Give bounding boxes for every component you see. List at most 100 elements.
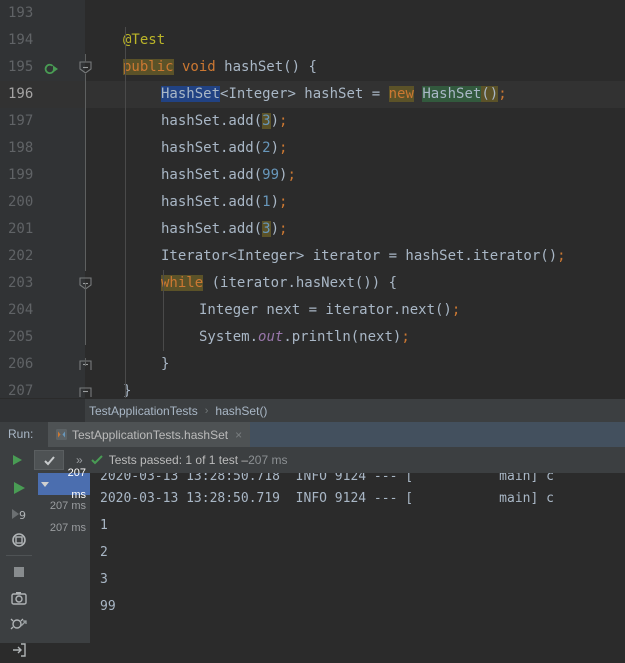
code-token: new bbox=[388, 86, 414, 102]
code-line[interactable]: 197 hashSet.add(3); bbox=[0, 108, 625, 135]
code-token: ; bbox=[279, 221, 288, 237]
line-number: 202 bbox=[8, 248, 34, 264]
code-text: public void hashSet() { bbox=[85, 54, 317, 81]
code-line[interactable]: 193 bbox=[0, 0, 625, 27]
breadcrumb-method[interactable]: hashSet() bbox=[211, 404, 271, 418]
tests-passed-check-icon bbox=[90, 454, 103, 466]
code-token: <Integer> hashSet = bbox=[220, 86, 389, 102]
code-line[interactable]: 205 System.out.println(next); bbox=[0, 324, 625, 351]
toggle-auto-test-icon[interactable] bbox=[10, 531, 28, 549]
test-tree-row[interactable]: 207 ms bbox=[38, 517, 90, 539]
code-token: .println(next) bbox=[283, 329, 402, 345]
close-icon[interactable]: × bbox=[235, 428, 242, 442]
line-number: 206 bbox=[8, 356, 34, 372]
fold-connector-top bbox=[85, 54, 86, 62]
code-line[interactable]: 206} bbox=[0, 351, 625, 378]
run-tab-bar: Run: TestApplicationTests.hashSet × bbox=[0, 422, 625, 447]
code-line[interactable]: 199 hashSet.add(99); bbox=[0, 162, 625, 189]
code-token: 99 bbox=[262, 167, 280, 183]
code-text: System.out.println(next); bbox=[85, 324, 410, 351]
import-test-results-icon[interactable] bbox=[10, 641, 28, 659]
run-tab-label: TestApplicationTests.hashSet bbox=[72, 427, 229, 442]
run-button[interactable] bbox=[10, 453, 24, 467]
code-token: ; bbox=[287, 167, 296, 183]
code-text: hashSet.add(3); bbox=[85, 216, 287, 243]
code-token: 2 bbox=[262, 140, 271, 156]
rerun-tests-icon[interactable] bbox=[10, 479, 28, 497]
console-line: 3 bbox=[100, 572, 108, 587]
breadcrumb[interactable]: TestApplicationTests › hashSet() bbox=[0, 398, 625, 423]
run-tab-testapplicationtests-hashset[interactable]: TestApplicationTests.hashSet × bbox=[48, 422, 251, 447]
fold-connector-bottom bbox=[85, 358, 86, 366]
indent-guide-1 bbox=[125, 27, 126, 398]
code-editor[interactable]: 193 194 @Test 195 public void hashSet() { 196… bbox=[0, 0, 625, 398]
console-line: 2020-03-13 13:28:50.718 INFO 9124 --- [ … bbox=[100, 473, 554, 484]
code-token: 3 bbox=[262, 221, 271, 237]
code-token: HashSet bbox=[422, 86, 482, 102]
line-number: 207 bbox=[8, 383, 34, 398]
code-line[interactable]: 202 Iterator<Integer> iterator = hashSet.… bbox=[0, 243, 625, 270]
line-number: 194 bbox=[8, 32, 34, 48]
toolbar-divider bbox=[6, 555, 32, 556]
export-test-results-icon[interactable] bbox=[10, 589, 28, 607]
test-duration-label: 207 ms bbox=[49, 522, 86, 534]
test-runner-toolbar[interactable]: 9 bbox=[0, 473, 38, 657]
code-token: ) bbox=[270, 194, 280, 210]
debug-icon[interactable] bbox=[10, 615, 28, 633]
code-token: ) bbox=[270, 140, 280, 156]
ide-window: 193 194 @Test 195 public void hashSet() {196… bbox=[0, 0, 625, 657]
stop-icon[interactable] bbox=[10, 563, 28, 581]
code-text: hashSet.add(99); bbox=[85, 162, 296, 189]
svg-text:9: 9 bbox=[19, 509, 26, 522]
run-tool-window: Run: TestApplicationTests.hashSet × » Te… bbox=[0, 422, 625, 657]
line-number: 204 bbox=[8, 302, 34, 318]
code-line[interactable]: 207} bbox=[0, 378, 625, 398]
code-line[interactable]: 200 hashSet.add(1); bbox=[0, 189, 625, 216]
code-lines[interactable]: 193 194 @Test 195 public void hashSet() { 196… bbox=[0, 0, 625, 398]
code-token: hashSet.add( bbox=[161, 221, 263, 237]
code-line[interactable]: 204 Integer next = iterator.next(); bbox=[0, 297, 625, 324]
code-text: Integer next = iterator.next(); bbox=[85, 297, 460, 324]
code-token: ; bbox=[498, 86, 507, 102]
code-line[interactable]: 203 while (iterator.hasNext()) { bbox=[0, 270, 625, 297]
code-line[interactable]: 194 @Test bbox=[0, 27, 625, 54]
code-token: public bbox=[123, 59, 174, 75]
test-status-bar: » Tests passed: 1 of 1 test – 207 ms bbox=[0, 447, 625, 473]
breadcrumb-class[interactable]: TestApplicationTests bbox=[85, 404, 202, 418]
code-token: 3 bbox=[262, 113, 271, 129]
test-tree-row[interactable]: 207 ms bbox=[38, 467, 90, 501]
code-line[interactable]: 201 hashSet.add(3); bbox=[0, 216, 625, 243]
code-line[interactable]: 198 hashSet.add(2); bbox=[0, 135, 625, 162]
rerun-failed-tests-icon[interactable]: 9 bbox=[10, 505, 28, 523]
test-results-tree[interactable]: 207 ms 207 ms 207 ms bbox=[38, 467, 90, 643]
code-token: HashSet bbox=[161, 86, 221, 102]
line-number: 193 bbox=[8, 5, 34, 21]
code-line[interactable]: 195 public void hashSet() { bbox=[0, 54, 625, 81]
line-number: 201 bbox=[8, 221, 34, 237]
code-token: () bbox=[481, 86, 499, 102]
code-line[interactable]: 196 HashSet<Integer> hashSet = new HashSe… bbox=[0, 81, 625, 108]
run-test-gutter-icon[interactable] bbox=[44, 60, 60, 76]
test-tree-row[interactable]: 207 ms bbox=[38, 495, 90, 517]
code-token: out bbox=[258, 329, 284, 345]
code-token: Iterator<Integer> iterator = hashSet.ite… bbox=[161, 248, 558, 264]
console-line: 1 bbox=[100, 518, 108, 533]
code-token: Integer next = iterator.next() bbox=[199, 302, 452, 318]
fold-connector-mid bbox=[85, 74, 86, 271]
breadcrumb-separator-icon: › bbox=[204, 405, 209, 417]
code-token: ) bbox=[270, 221, 280, 237]
code-token: ; bbox=[557, 248, 566, 264]
run-window-label: Run: bbox=[8, 427, 34, 441]
fold-end-icon[interactable] bbox=[79, 385, 92, 398]
line-number: 196 bbox=[8, 86, 34, 102]
console-output[interactable]: 2020-03-13 13:28:50.718 INFO 9124 --- [ … bbox=[90, 473, 625, 643]
code-text: hashSet.add(2); bbox=[85, 135, 287, 162]
line-number: 205 bbox=[8, 329, 34, 345]
code-token: () { bbox=[283, 59, 317, 75]
code-token: hashSet.add( bbox=[161, 194, 263, 210]
line-number: 197 bbox=[8, 113, 34, 129]
console-line: 99 bbox=[100, 599, 116, 614]
collapse-triangle-icon[interactable] bbox=[41, 481, 49, 487]
fold-collapse-icon[interactable] bbox=[79, 61, 92, 74]
code-text: hashSet.add(1); bbox=[85, 189, 287, 216]
